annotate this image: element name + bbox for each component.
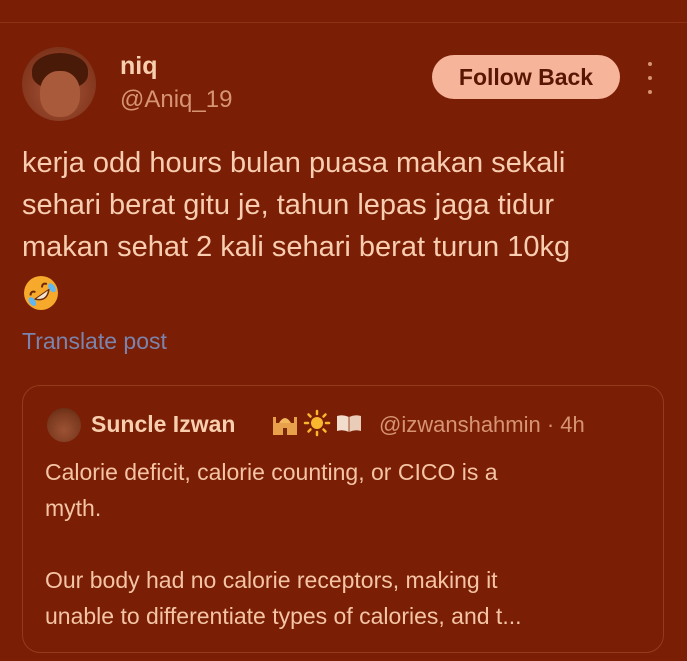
quoted-author-name: Suncle Izwan	[91, 411, 236, 437]
top-divider	[0, 22, 687, 23]
dot	[648, 62, 652, 66]
dot	[648, 76, 652, 80]
author-handle[interactable]: @Aniq_19	[120, 86, 232, 114]
more-options-icon[interactable]	[640, 62, 660, 94]
author-name[interactable]: niq	[120, 52, 158, 81]
avatar[interactable]	[22, 47, 96, 121]
quoted-line: unable to differentiate types of calorie…	[45, 603, 522, 629]
quoted-author-emojis	[271, 409, 363, 437]
avatar-face	[40, 71, 80, 117]
translate-post-link[interactable]: Translate post	[22, 328, 167, 355]
quoted-line: Calorie deficit, calorie counting, or CI…	[45, 459, 498, 485]
post-line: sehari berat gitu je, tahun lepas jaga t…	[22, 189, 555, 221]
quoted-avatar	[47, 408, 81, 442]
mosque-icon	[273, 417, 297, 435]
sun-icon	[303, 409, 331, 437]
quoted-handle-time: @izwanshahmin · 4h	[379, 412, 585, 437]
quoted-line: Our body had no calorie receptors, makin…	[45, 567, 498, 593]
open-book-icon	[337, 415, 361, 432]
post-text: kerja odd hours bulan puasa makan sekali…	[22, 142, 672, 268]
quoted-post-text: Calorie deficit, calorie counting, or CI…	[45, 454, 645, 634]
follow-back-button[interactable]: Follow Back	[432, 55, 620, 99]
quoted-post-card[interactable]: Suncle Izwan @izwanshahmin · 4h Calorie …	[22, 385, 664, 653]
post-line: makan sehat 2 kali sehari berat turun 10…	[22, 231, 571, 263]
quoted-line: myth.	[45, 495, 102, 521]
post-line: kerja odd hours bulan puasa makan sekali	[22, 147, 566, 179]
rolling-on-floor-laughing-icon	[24, 276, 58, 310]
dot	[648, 90, 652, 94]
